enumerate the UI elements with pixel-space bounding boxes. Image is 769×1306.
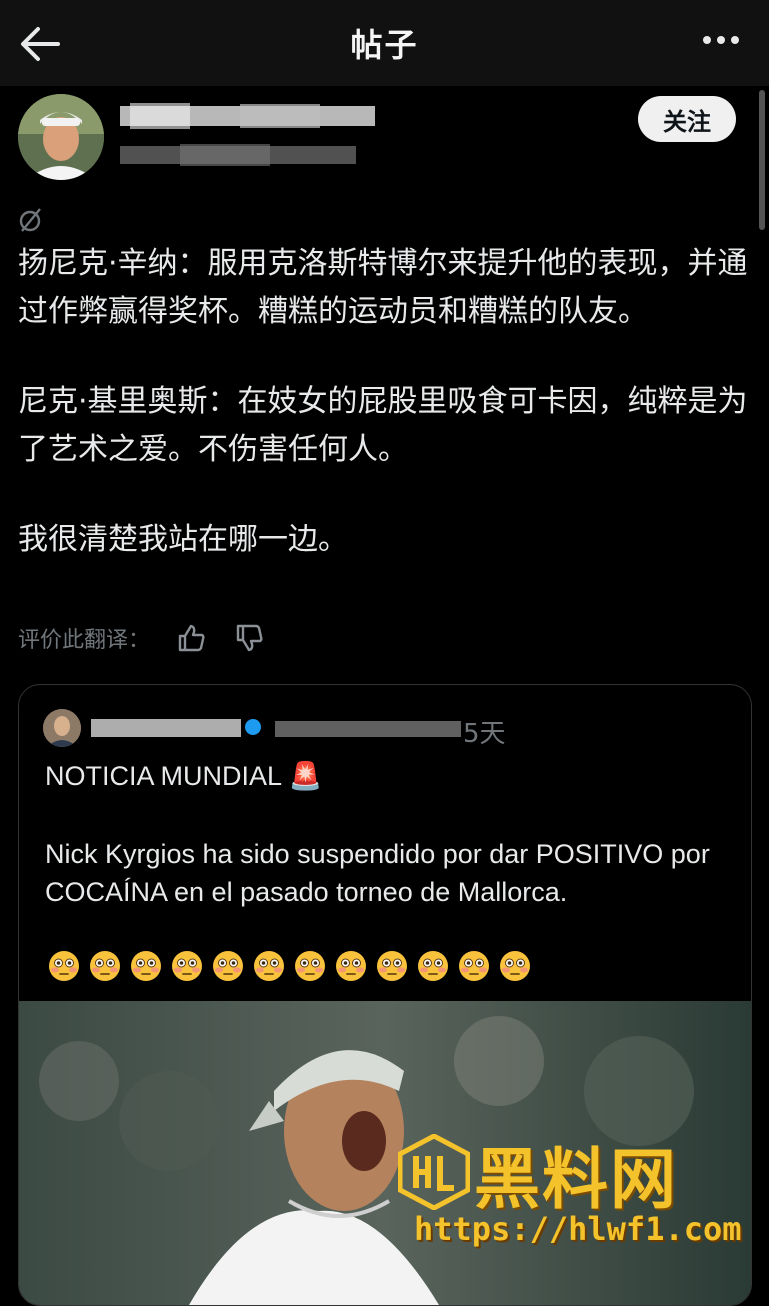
- watermark-logo-icon: [398, 1134, 470, 1210]
- author-avatar[interactable]: [18, 94, 104, 180]
- author-handle-redacted: [120, 144, 356, 166]
- more-options-button[interactable]: [703, 36, 739, 44]
- flushed-face-icon: [295, 951, 325, 981]
- rate-translation-label: 评价此翻译：: [18, 628, 151, 653]
- flushed-face-icon: [336, 951, 366, 981]
- ellipsis-dot: [717, 36, 725, 44]
- rate-translation-row: 评价此翻译：: [18, 618, 266, 658]
- flushed-face-icon: [500, 951, 530, 981]
- quoted-post-text: NOTICIA MUNDIAL 🚨 Nick Kyrgios ha sido s…: [45, 757, 725, 911]
- post-paragraph: 我很清楚我站在哪一边。: [18, 522, 348, 557]
- page-title: 帖子: [350, 26, 419, 64]
- flushed-face-icon: [377, 951, 407, 981]
- thumbs-down-icon[interactable]: [234, 622, 266, 654]
- quoted-post-time: 5天: [463, 719, 506, 749]
- flushed-face-icon: [131, 951, 161, 981]
- author-name-redacted: [120, 103, 375, 129]
- emoji-row: [47, 949, 532, 983]
- flushed-face-icon: [459, 951, 489, 981]
- post-paragraph: 尼克·基里奥斯：在妓女的屁股里吸食可卡因，纯粹是为了艺术之爱。不伤害任何人。: [18, 384, 748, 467]
- follow-button[interactable]: 关注: [638, 96, 736, 142]
- ellipsis-dot: [731, 36, 739, 44]
- watermark-url: https://hlwf1.com: [414, 1210, 742, 1248]
- flushed-face-icon: [90, 951, 120, 981]
- ellipsis-icon: [703, 36, 711, 44]
- avatar-image: [18, 94, 104, 180]
- back-button[interactable]: [18, 24, 62, 64]
- quoted-author-avatar[interactable]: [43, 709, 81, 747]
- watermark-title: 黑料网: [474, 1141, 678, 1218]
- avatar-image: [43, 709, 81, 747]
- quoted-body: Nick Kyrgios ha sido suspendido por dar …: [45, 839, 710, 907]
- flushed-face-icon: [418, 951, 448, 981]
- post-text: 扬尼克·辛纳：服用克洛斯特博尔来提升他的表现，并通过作弊赢得奖杯。糟糕的运动员和…: [18, 240, 758, 564]
- thumbs-up-icon[interactable]: [176, 622, 208, 654]
- scrollbar[interactable]: [759, 90, 765, 230]
- flushed-face-icon: [49, 951, 79, 981]
- flushed-face-icon: [172, 951, 202, 981]
- quoted-author-redacted: [91, 719, 461, 737]
- post-paragraph: 扬尼克·辛纳：服用克洛斯特博尔来提升他的表现，并通过作弊赢得奖杯。糟糕的运动员和…: [18, 246, 748, 329]
- translate-icon[interactable]: [18, 206, 44, 234]
- quoted-headline: NOTICIA MUNDIAL 🚨: [45, 761, 323, 791]
- flushed-face-icon: [254, 951, 284, 981]
- arrow-left-icon: [21, 27, 60, 61]
- flushed-face-icon: [213, 951, 243, 981]
- top-bar: 帖子: [0, 0, 769, 86]
